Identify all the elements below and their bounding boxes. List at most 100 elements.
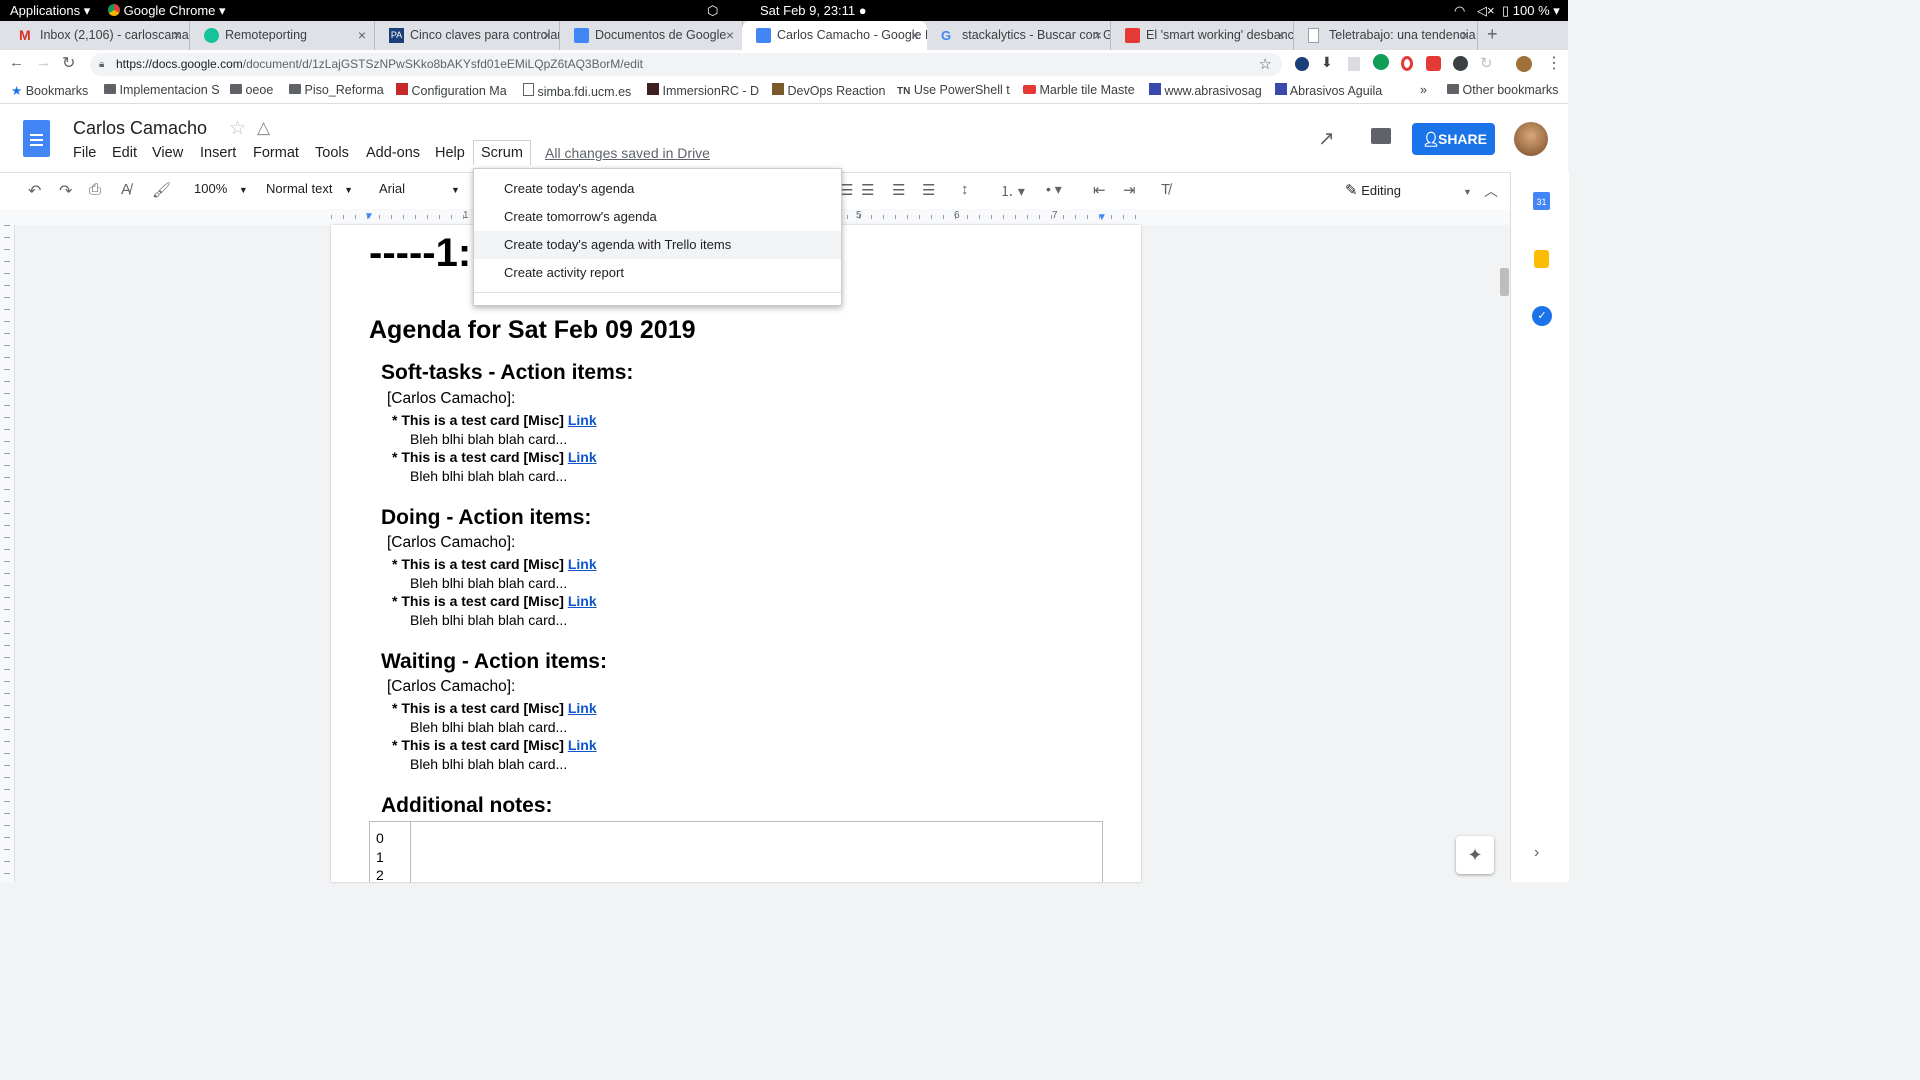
- justify-icon[interactable]: ☰: [922, 181, 935, 199]
- bookmarks-overflow-button[interactable]: »: [1420, 83, 1427, 97]
- close-icon[interactable]: ×: [543, 21, 551, 50]
- bookmarks-button[interactable]: ★ Bookmarks: [11, 83, 88, 98]
- menu-edit[interactable]: Edit: [112, 145, 137, 161]
- line-spacing-icon[interactable]: ↕: [961, 181, 969, 198]
- close-icon[interactable]: ×: [173, 21, 181, 50]
- menu-tools[interactable]: Tools: [315, 145, 349, 161]
- extension-icon[interactable]: [1348, 57, 1360, 71]
- battery-indicator[interactable]: ▯ 100 % ▾: [1502, 3, 1560, 19]
- right-indent-marker[interactable]: ▼: [1097, 212, 1107, 223]
- collapse-menus-icon[interactable]: ︿: [1484, 181, 1498, 201]
- card-link[interactable]: Link: [568, 700, 597, 716]
- close-icon[interactable]: ×: [1277, 21, 1285, 50]
- document-title[interactable]: Carlos Camacho: [73, 118, 207, 139]
- editing-mode-select[interactable]: ✎ Editing ▼: [1345, 181, 1472, 199]
- keep-icon[interactable]: [1534, 250, 1549, 268]
- tab-smart-working[interactable]: El 'smart working' desbanca ×: [1111, 21, 1294, 50]
- bookmark-item[interactable]: TN Use PowerShell t: [897, 83, 1010, 97]
- bookmark-item[interactable]: Abrasivos Aguila: [1275, 83, 1382, 98]
- wifi-icon[interactable]: ◠: [1454, 3, 1465, 19]
- align-left-icon[interactable]: ☰: [840, 181, 853, 199]
- menu-insert[interactable]: Insert: [200, 145, 236, 161]
- close-icon[interactable]: ×: [911, 21, 919, 50]
- tab-inbox[interactable]: M Inbox (2,106) - carloscamacho×: [5, 21, 190, 50]
- dropbox-icon[interactable]: ⬡: [707, 3, 718, 19]
- bookmark-star-icon[interactable]: ☆: [1259, 53, 1272, 76]
- close-icon[interactable]: ×: [726, 21, 734, 50]
- tab-remoteporting[interactable]: Remoteporting ×: [190, 21, 375, 50]
- clear-formatting-icon[interactable]: T̸: [1161, 181, 1170, 198]
- menu-view[interactable]: View: [152, 145, 183, 161]
- share-button[interactable]: 👤︎ SHARE: [1412, 123, 1495, 155]
- extension-icon[interactable]: ↻: [1480, 54, 1493, 72]
- forward-button[interactable]: →: [36, 54, 51, 71]
- align-center-icon[interactable]: ☰: [861, 181, 874, 199]
- menu-item-create-today-agenda[interactable]: Create today's agenda: [474, 175, 841, 203]
- undo-icon[interactable]: ↶: [28, 181, 41, 201]
- bookmark-item[interactable]: ImmersionRC - D: [647, 83, 759, 98]
- font-select[interactable]: Arial ▼: [379, 181, 460, 196]
- tab-teletrabajo[interactable]: Teletrabajo: una tendencia ×: [1294, 21, 1478, 50]
- close-icon[interactable]: ×: [1461, 21, 1469, 50]
- bookmark-item[interactable]: Configuration Ma: [396, 83, 507, 98]
- menu-scrum[interactable]: Scrum: [473, 140, 531, 165]
- menu-item-create-activity-report[interactable]: Create activity report: [474, 259, 841, 287]
- menu-add-ons[interactable]: Add-ons: [366, 145, 420, 161]
- clock[interactable]: Sat Feb 9, 23:11 ●: [760, 3, 867, 18]
- download-extension-icon[interactable]: ⬇: [1321, 54, 1333, 71]
- tab-documentos[interactable]: Documentos de Google ×: [560, 21, 743, 50]
- bookmark-item[interactable]: oeoe: [230, 83, 273, 97]
- card-link[interactable]: Link: [568, 412, 597, 428]
- tab-stackalytics[interactable]: Gstackalytics - Buscar con Google×: [927, 21, 1111, 50]
- activity-trend-icon[interactable]: ↗: [1318, 126, 1335, 151]
- calendar-icon[interactable]: 31: [1533, 192, 1550, 210]
- align-right-icon[interactable]: ☰: [892, 181, 905, 199]
- card-link[interactable]: Link: [568, 593, 597, 609]
- menu-item-create-tomorrow-agenda[interactable]: Create tomorrow's agenda: [474, 203, 841, 231]
- close-icon[interactable]: ×: [1094, 21, 1102, 50]
- card-link[interactable]: Link: [568, 449, 597, 465]
- bookmark-item[interactable]: DevOps Reaction: [772, 83, 885, 98]
- menu-format[interactable]: Format: [253, 145, 299, 161]
- close-icon[interactable]: ×: [358, 21, 366, 50]
- indent-marker[interactable]: ▼: [364, 211, 374, 222]
- extension-icon[interactable]: [1453, 56, 1468, 71]
- volume-icon[interactable]: ◁×: [1477, 3, 1495, 19]
- card-link[interactable]: Link: [568, 556, 597, 572]
- profile-avatar[interactable]: [1516, 56, 1532, 72]
- bookmark-item[interactable]: Implementacion S: [104, 83, 220, 97]
- docs-logo-icon[interactable]: [23, 120, 50, 157]
- star-icon[interactable]: ☆: [229, 117, 246, 140]
- tab-carlos-camacho[interactable]: Carlos Camacho - Google Docs×: [742, 21, 927, 50]
- numbered-list-icon[interactable]: ⒈ ▾: [1000, 181, 1025, 201]
- beta-extension-icon[interactable]: [1373, 54, 1389, 70]
- bookmark-item[interactable]: Piso_Reforma: [289, 83, 384, 97]
- bulleted-list-icon[interactable]: • ▾: [1046, 181, 1062, 198]
- paragraph-style-select[interactable]: Normal text ▼: [266, 181, 353, 196]
- save-status[interactable]: All changes saved in Drive: [545, 145, 710, 161]
- reload-button[interactable]: ↻: [62, 53, 75, 73]
- other-bookmarks[interactable]: Other bookmarks: [1447, 83, 1558, 97]
- explore-button[interactable]: ✦: [1456, 836, 1494, 874]
- menu-item-create-agenda-trello[interactable]: Create today's agenda with Trello items: [474, 231, 841, 259]
- move-to-drive-icon[interactable]: △: [257, 118, 270, 138]
- increase-indent-icon[interactable]: ⇥: [1123, 181, 1136, 199]
- document-page[interactable]: -----1: Agenda for Sat Feb 09 2019 Soft-…: [331, 225, 1141, 882]
- card-link[interactable]: Link: [568, 737, 597, 753]
- user-avatar[interactable]: [1514, 122, 1548, 156]
- scrollbar-thumb[interactable]: [1500, 268, 1509, 296]
- chrome-app-menu[interactable]: Google Chrome ▾: [108, 3, 226, 19]
- chrome-menu-icon[interactable]: ⋮: [1546, 53, 1562, 73]
- decrease-indent-icon[interactable]: ⇤: [1093, 181, 1106, 199]
- spellcheck-icon[interactable]: A̸: [121, 181, 131, 198]
- paint-format-icon[interactable]: 🖌︎: [152, 181, 171, 199]
- zoom-select[interactable]: 100% ▼: [194, 181, 248, 196]
- comments-icon[interactable]: [1371, 128, 1391, 144]
- tab-cinco-claves[interactable]: PA Cinco claves para controlar ×: [375, 21, 560, 50]
- bookmark-item[interactable]: www.abrasivosag: [1149, 83, 1262, 98]
- tasks-icon[interactable]: ✓: [1532, 306, 1552, 326]
- bookmark-item[interactable]: simba.fdi.ucm.es: [523, 83, 631, 99]
- bookmark-item[interactable]: Marble tile Maste: [1023, 83, 1135, 97]
- back-button[interactable]: ←: [9, 54, 24, 71]
- menu-help[interactable]: Help: [435, 145, 465, 161]
